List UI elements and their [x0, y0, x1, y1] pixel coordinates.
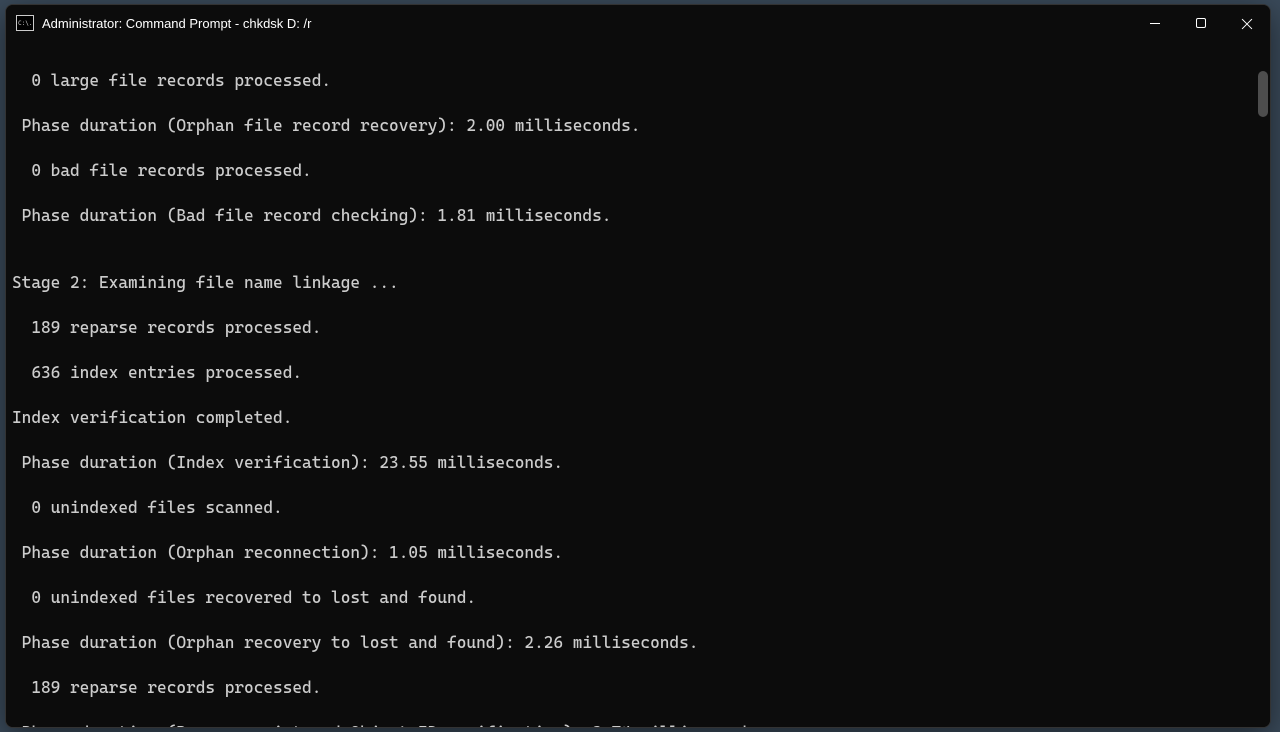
- close-button[interactable]: [1224, 5, 1270, 41]
- close-icon: [1241, 17, 1253, 29]
- command-prompt-window: C:\. Administrator: Command Prompt - chk…: [5, 4, 1271, 728]
- output-line: 189 reparse records processed.: [12, 317, 1270, 340]
- output-line: Index verification completed.: [12, 407, 1270, 430]
- maximize-icon: [1196, 18, 1206, 28]
- scrollbar-track[interactable]: [1258, 45, 1268, 707]
- cmd-icon: C:\.: [16, 15, 34, 31]
- window-title: Administrator: Command Prompt - chkdsk D…: [42, 16, 1132, 31]
- output-line: 0 unindexed files recovered to lost and …: [12, 587, 1270, 610]
- window-titlebar[interactable]: C:\. Administrator: Command Prompt - chk…: [6, 5, 1270, 41]
- output-line: Stage 2: Examining file name linkage ...: [12, 272, 1270, 295]
- scrollbar-thumb[interactable]: [1258, 71, 1268, 117]
- output-line: Phase duration (Index verification): 23.…: [12, 452, 1270, 475]
- output-line: 0 unindexed files scanned.: [12, 497, 1270, 520]
- output-line: Phase duration (Reparse point and Object…: [12, 722, 1270, 727]
- output-line: Phase duration (Orphan recovery to lost …: [12, 632, 1270, 655]
- minimize-icon: [1150, 23, 1160, 24]
- terminal-output[interactable]: 0 large file records processed. Phase du…: [6, 41, 1270, 727]
- output-line: 0 bad file records processed.: [12, 160, 1270, 183]
- output-line: Phase duration (Orphan reconnection): 1.…: [12, 542, 1270, 565]
- maximize-button[interactable]: [1178, 5, 1224, 41]
- output-line: Phase duration (Orphan file record recov…: [12, 115, 1270, 138]
- output-line: Phase duration (Bad file record checking…: [12, 205, 1270, 228]
- window-controls: [1132, 5, 1270, 41]
- output-line: 0 large file records processed.: [12, 70, 1270, 93]
- output-line: 636 index entries processed.: [12, 362, 1270, 385]
- output-line: 189 reparse records processed.: [12, 677, 1270, 700]
- minimize-button[interactable]: [1132, 5, 1178, 41]
